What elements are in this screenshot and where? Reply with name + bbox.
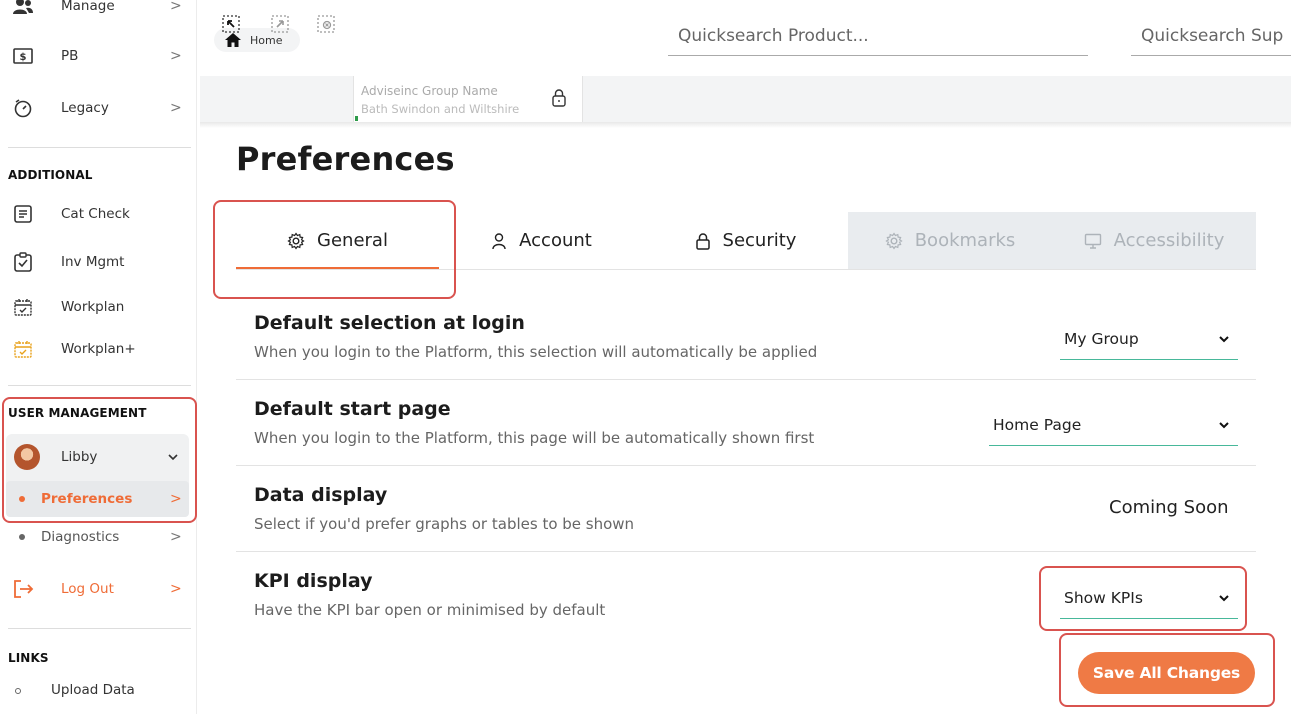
home-icon [225,33,241,47]
setting-title: KPI display [254,570,373,592]
default-selection-select[interactable]: My Group [1060,330,1238,360]
sidebar-item-label: PB [61,48,79,64]
sidebar-item-label: Manage [61,0,115,14]
sidebar-item-cat-check[interactable]: Cat Check [0,196,197,232]
sidebar-item-label: Diagnostics [41,529,120,545]
page-title: Preferences [236,140,455,178]
sidebar-item-pb[interactable]: $ PB > [0,38,197,74]
user-icon [492,232,506,249]
group-subtitle: Bath Swindon and Wiltshire [361,102,520,116]
select-value: My Group [1064,330,1139,348]
setting-title: Data display [254,484,388,506]
select-value: Home Page [993,416,1082,434]
logout-icon [12,578,34,600]
sidebar-item-label: Upload Data [51,682,135,698]
tab-security[interactable]: Security [644,212,847,269]
setting-description: When you login to the Platform, this pag… [254,429,815,447]
quicksearch-supplier-input[interactable]: Quicksearch Sup [1131,16,1291,56]
expand-icon[interactable] [270,14,290,34]
lock-icon [552,89,566,107]
highlight-user-management [2,397,197,523]
tab-label: Bookmarks [914,230,1016,251]
clear-icon[interactable] [316,14,336,34]
chevron-right-icon: > [170,581,182,597]
highlight-save-button [1059,633,1275,707]
sidebar-item-label: Legacy [61,100,109,116]
default-start-page-select[interactable]: Home Page [989,416,1238,446]
sidebar-divider [8,147,191,148]
highlight-general-tab [213,200,456,299]
svg-text:$: $ [20,52,27,63]
sidebar-item-diagnostics[interactable]: Diagnostics > [0,519,197,555]
chevron-right-icon: > [170,48,182,64]
sidebar-item-label: Workplan+ [61,341,136,357]
sidebar-item-logout[interactable]: Log Out > [0,571,197,607]
tab-account[interactable]: Account [440,212,643,269]
quicksearch-supplier-placeholder: Quicksearch Sup [1141,25,1284,46]
tab-bookmarks[interactable]: Bookmarks [848,212,1052,269]
setting-description: Select if you'd prefer graphs or tables … [254,515,635,533]
sidebar-item-label: Inv Mgmt [61,254,125,270]
sidebar-item-label: Log Out [61,581,114,597]
calendar-plus-icon [12,338,34,360]
setting-title: Default start page [254,398,451,420]
bullet-icon [19,534,25,540]
setting-description: When you login to the Platform, this sel… [254,343,818,361]
setting-description: Have the KPI bar open or minimised by de… [254,601,606,619]
setting-title: Default selection at login [254,312,525,334]
chevron-down-icon [1219,336,1229,343]
group-name-label: Adviseinc Group Name [361,84,498,98]
sidebar-divider [8,628,191,629]
gear-icon [885,231,903,250]
highlight-kpi-select [1039,566,1247,631]
sidebar-item-inv-mgmt[interactable]: Inv Mgmt [0,244,197,280]
sidebar-item-legacy[interactable]: Legacy > [0,90,197,126]
quicksearch-product-placeholder: Quicksearch Product... [678,25,869,46]
status-indicator [355,116,358,121]
tab-label: Security [722,230,797,251]
monitor-icon [1084,233,1101,249]
sidebar-item-workplan[interactable]: Workplan [0,289,197,325]
additional-heading: ADDITIONAL [8,168,93,182]
breadcrumb-label: Home [250,33,283,47]
tab-accessibility[interactable]: Accessibility [1052,212,1256,269]
setting-row-data-display: Data display Select if you'd prefer grap… [236,466,1256,552]
chevron-right-icon: > [170,529,182,545]
bullet-icon [15,688,21,694]
quicksearch-product-input[interactable]: Quicksearch Product... [668,16,1088,56]
sidebar-item-label: Cat Check [61,206,130,222]
chevron-right-icon: > [170,0,182,14]
undo-icon[interactable] [221,14,241,34]
lock-icon [695,232,710,250]
chevron-down-icon [1219,422,1229,429]
group-selector[interactable]: Adviseinc Group Name Bath Swindon and Wi… [353,76,583,122]
links-heading: LINKS [8,651,49,665]
sidebar-divider [8,385,191,386]
clipboard-check-icon [12,251,34,273]
tab-label: Accessibility [1113,230,1225,251]
tab-label: Account [519,230,592,251]
document-list-icon [12,203,34,225]
timer-icon [12,97,34,119]
chevron-right-icon: > [170,100,182,116]
toolbar-shadow [200,122,1291,128]
sidebar-item-manage[interactable]: Manage > [0,0,197,24]
sidebar-item-label: Workplan [61,299,125,315]
users-icon [12,0,34,17]
sidebar-item-workplan-plus[interactable]: Workplan+ [0,331,197,367]
sidebar: Manage > $ PB > Legacy > ADDITIONAL Cat … [0,0,197,714]
coming-soon-label: Coming Soon [1109,497,1229,518]
calendar-check-icon [12,296,34,318]
dollar-box-icon: $ [12,45,34,67]
sidebar-item-upload-data[interactable]: Upload Data [0,672,197,708]
